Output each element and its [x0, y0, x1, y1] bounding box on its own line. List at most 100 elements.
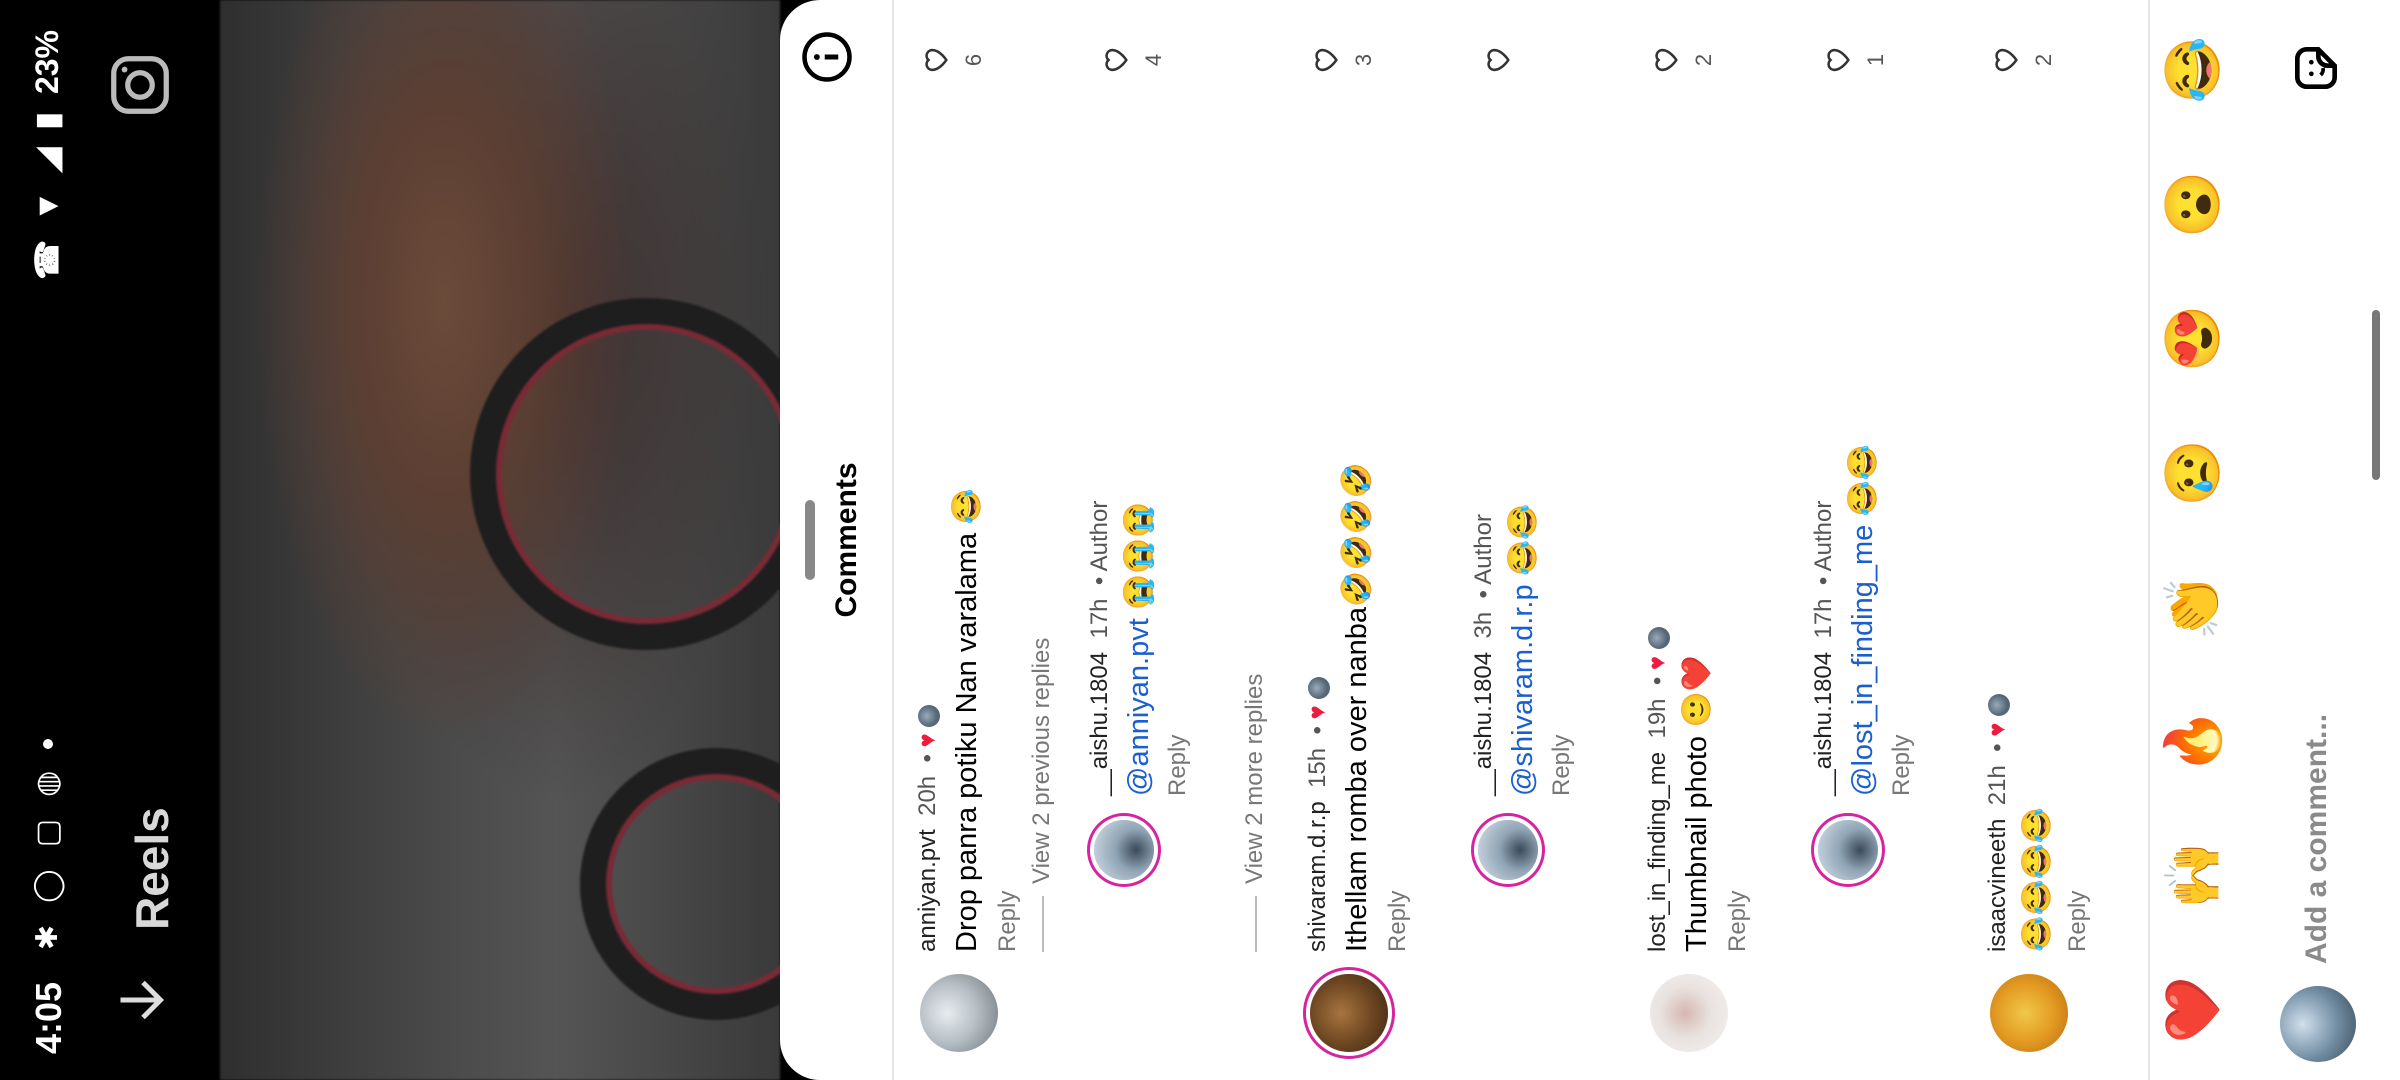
- reply-button[interactable]: Reply: [2064, 891, 2092, 952]
- comment-time: 3h: [1470, 611, 1497, 639]
- reply-button[interactable]: Reply: [1724, 891, 1752, 952]
- app-icon: ◍: [31, 770, 64, 797]
- avatar[interactable]: [1310, 974, 1388, 1052]
- mention-link[interactable]: @shivaram.d.r.p: [1507, 584, 1539, 796]
- whatsapp-icon: ◯: [31, 869, 64, 903]
- creator-mini-avatar: [1307, 676, 1330, 699]
- comment-input[interactable]: Add a comment...: [2300, 714, 2334, 964]
- reply-button[interactable]: Reply: [994, 891, 1022, 952]
- comment-time: 15h: [1304, 747, 1331, 788]
- comment-meta: anniyan.pvt 20h • ♥: [914, 704, 942, 952]
- like-button[interactable]: 3: [1308, 40, 1377, 80]
- heart-icon: [1315, 48, 1338, 72]
- like-count: 1: [1863, 53, 1888, 67]
- avatar[interactable]: [1478, 820, 1538, 880]
- comment-time: 19h: [1644, 698, 1671, 739]
- author-badge: Author: [1470, 514, 1497, 585]
- comment-username[interactable]: lost_in_finding_me: [1644, 752, 1671, 952]
- like-button[interactable]: 2: [1988, 40, 2057, 80]
- heart-icon: [925, 48, 948, 72]
- info-icon[interactable]: [800, 30, 854, 84]
- avatar[interactable]: [1818, 820, 1878, 880]
- emoji-heart[interactable]: ❤️: [2162, 970, 2225, 1050]
- sticker-icon[interactable]: [2288, 40, 2344, 96]
- emoji-heart-eyes[interactable]: 😍: [2162, 299, 2225, 379]
- comment-username[interactable]: shivaram.d.r.p: [1304, 801, 1331, 952]
- reply-button[interactable]: Reply: [1548, 735, 1576, 796]
- creator-liked-heart-icon: ♥: [1644, 655, 1671, 671]
- comment-meta: __aishu.1804 3h • Author: [1470, 514, 1497, 796]
- like-button[interactable]: 6: [918, 40, 987, 80]
- comment-username[interactable]: anniyan.pvt: [914, 829, 941, 952]
- comment-username[interactable]: __aishu.1804: [1470, 652, 1497, 796]
- emoji-raised-hands[interactable]: 🙌: [2162, 836, 2225, 916]
- emoji-fire[interactable]: 🔥: [2162, 701, 2225, 781]
- gesture-bar[interactable]: [2372, 310, 2380, 480]
- heart-icon: [1487, 48, 1510, 72]
- reels-header: Reels: [75, 0, 225, 1080]
- reply-button[interactable]: Reply: [1888, 735, 1916, 796]
- comment-text: @lost_in_finding_me 😂😂: [1846, 444, 1880, 796]
- avatar[interactable]: [1650, 974, 1728, 1052]
- comment-text: @shivaram.d.r.p 😂😂: [1506, 504, 1540, 796]
- comment-text: Ithellam romba over nanba🤣🤣🤣🤣: [1341, 462, 1373, 952]
- avatar[interactable]: [1990, 974, 2068, 1052]
- comment-meta: __aishu.1804 17h • Author: [1086, 500, 1113, 796]
- my-avatar: [2280, 986, 2356, 1062]
- like-button[interactable]: [1480, 40, 1523, 80]
- comment-input-row: Add a comment...: [2260, 0, 2380, 1080]
- comment-text: Drop panra potiku Nan varalama 😂: [951, 488, 983, 952]
- status-notification-icons: ✱ ◯ ▢ ◍: [30, 738, 65, 950]
- mention-link[interactable]: @lost_in_finding_me: [1847, 525, 1879, 796]
- creator-mini-avatar: [1647, 627, 1670, 650]
- like-button[interactable]: 4: [1098, 40, 1167, 80]
- reel-video[interactable]: [220, 0, 852, 1080]
- creator-liked-heart-icon: ♥: [1304, 705, 1331, 720]
- comment-meta: __aishu.1804 17h • Author: [1810, 500, 1837, 796]
- camera-icon[interactable]: [105, 50, 175, 120]
- replies-line: [1042, 896, 1044, 952]
- comment-username[interactable]: __aishu.1804: [1086, 652, 1113, 796]
- comment-meta: lost_in_finding_me 19h • ♥: [1644, 627, 1672, 952]
- status-right: ☎ ▼ ◢ ▮ 23%: [28, 30, 66, 280]
- creator-mini-avatar: [917, 704, 940, 727]
- battery-percent: 23%: [28, 30, 65, 95]
- like-count: 3: [1351, 53, 1376, 67]
- wifi-icon: ▼: [28, 190, 65, 222]
- comment-time: 20h: [914, 775, 941, 816]
- reels-title: Reels: [126, 807, 178, 930]
- author-badge: Author: [1086, 500, 1113, 572]
- slack-icon: ✱: [31, 924, 64, 950]
- reply-button[interactable]: Reply: [1164, 735, 1192, 796]
- like-button[interactable]: 2: [1648, 40, 1717, 80]
- reply-button[interactable]: Reply: [1384, 891, 1412, 952]
- heart-icon: [1105, 48, 1128, 72]
- battery-icon: ▮: [29, 112, 65, 130]
- replies-line: [1255, 896, 1257, 952]
- comment-text: Thumbnail photo 🙂❤️: [1681, 655, 1713, 952]
- emoji-laughing[interactable]: 😂: [2162, 30, 2225, 110]
- quick-emoji-bar: ❤️ 🙌 🔥 👏 😢 😍 😮 😂: [2162, 30, 2225, 1050]
- like-button[interactable]: 1: [1820, 40, 1889, 80]
- comment-text-body: 😂😂: [1847, 444, 1879, 525]
- comment-username[interactable]: __aishu.1804: [1810, 652, 1837, 796]
- comment-time: 17h: [1086, 598, 1113, 639]
- avatar[interactable]: [920, 974, 998, 1052]
- comment-text: @anniyan.pvt 😭😭😭: [1122, 502, 1156, 796]
- like-count: 4: [1141, 53, 1166, 67]
- drag-handle[interactable]: [805, 500, 815, 580]
- emoji-crying[interactable]: 😢: [2162, 433, 2225, 513]
- mention-link[interactable]: @anniyan.pvt: [1123, 618, 1155, 796]
- avatar[interactable]: [1094, 820, 1154, 880]
- author-badge: Author: [1810, 500, 1837, 572]
- comment-meta: isaacvineeth 21h • ♥: [1984, 693, 2012, 952]
- view-previous-replies[interactable]: View 2 previous replies: [1028, 638, 1056, 884]
- down-arrow-icon[interactable]: [113, 970, 173, 1030]
- comment-username[interactable]: isaacvineeth: [1984, 819, 2011, 952]
- emoji-surprised[interactable]: 😮: [2162, 164, 2225, 244]
- view-more-replies[interactable]: View 2 more replies: [1241, 674, 1269, 884]
- comment-composer: ❤️ 🙌 🔥 👏 😢 😍 😮 😂 Add a comment...: [2148, 0, 2400, 1080]
- like-count: 6: [961, 53, 986, 67]
- comment-text-body: 😭😭😭: [1123, 501, 1155, 619]
- emoji-clap[interactable]: 👏: [2162, 567, 2225, 647]
